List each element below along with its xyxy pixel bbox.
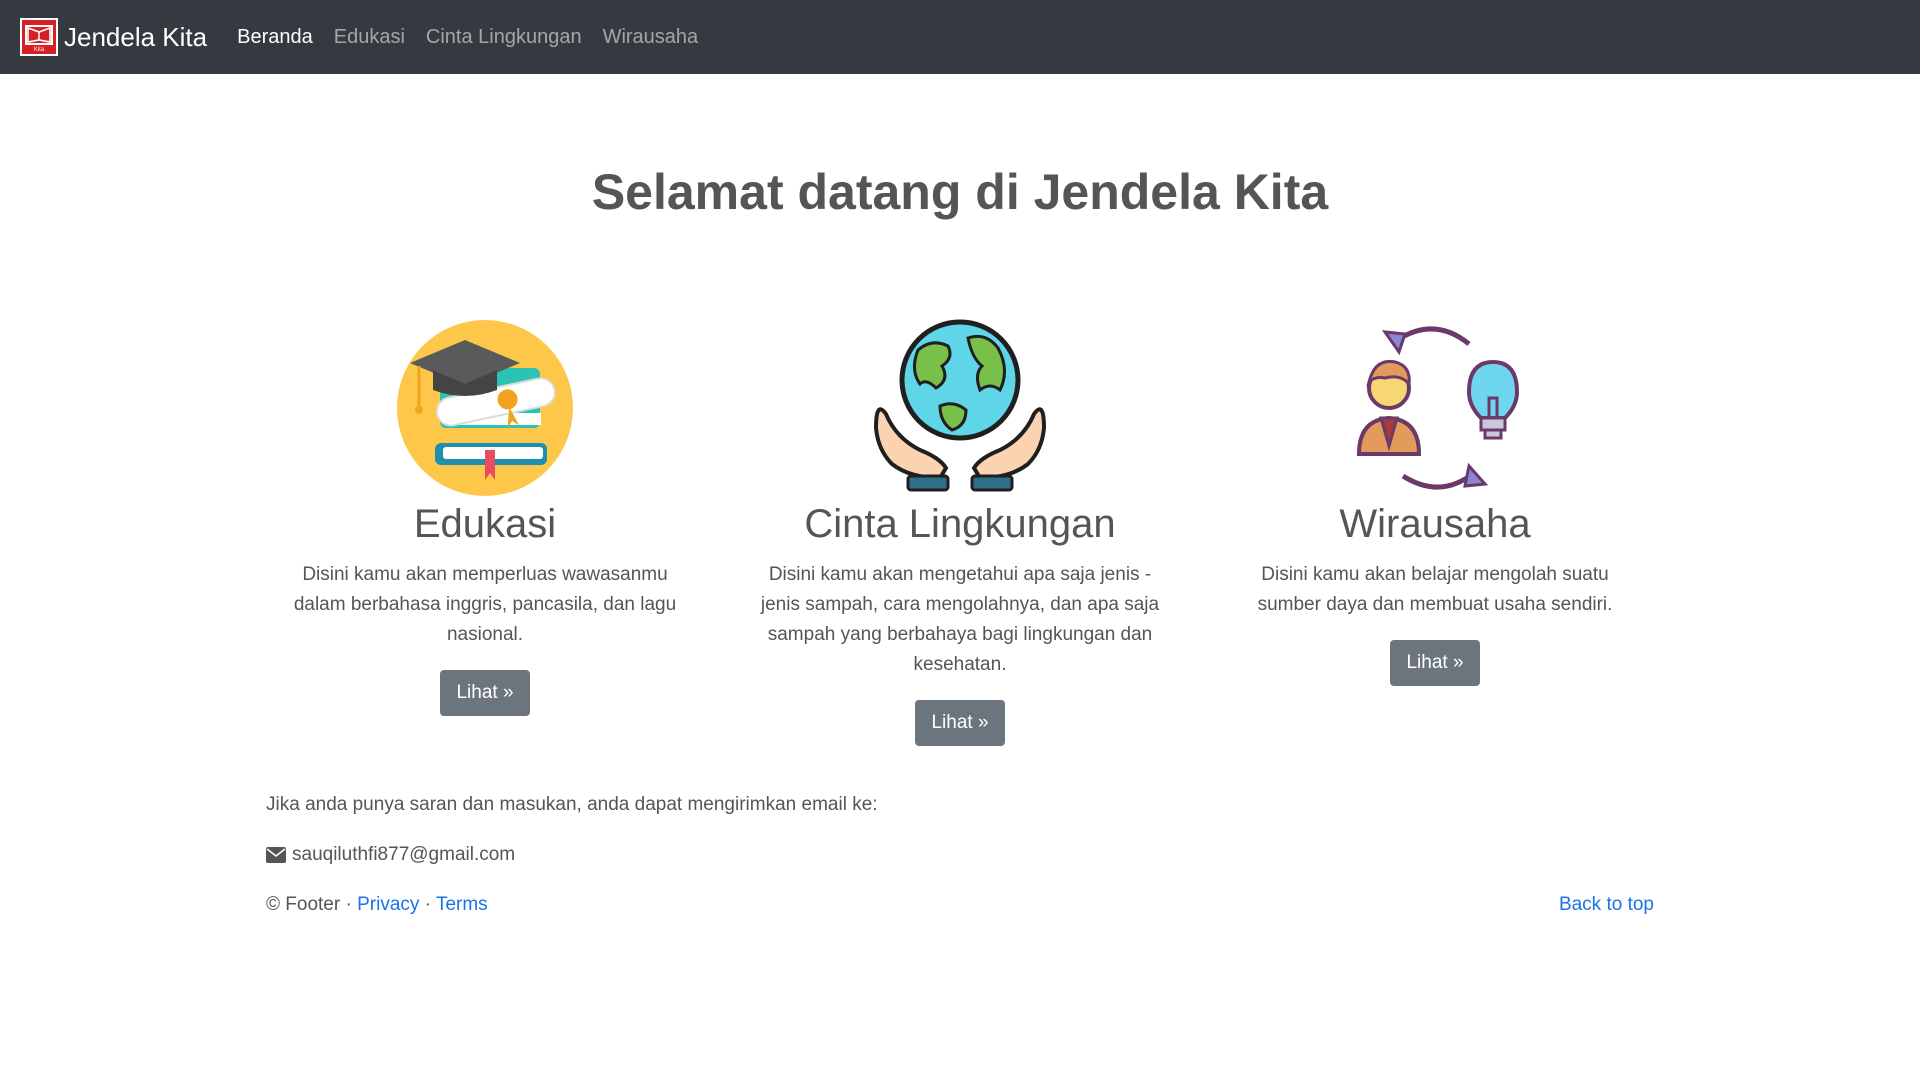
- lihat-cinta-lingkungan-button[interactable]: Lihat »: [915, 700, 1005, 746]
- person-idea-cycle-icon: [1356, 326, 1520, 490]
- feature-description: Disini kamu akan memperluas wawasanmu da…: [293, 564, 677, 645]
- terms-link[interactable]: Terms: [436, 894, 488, 915]
- feature-title: Cinta Lingkungan: [804, 502, 1116, 546]
- nav-link-wirausaha[interactable]: Wirausaha: [603, 26, 699, 49]
- feature-description: Disini kamu akan belajar mengolah suatu …: [1257, 564, 1613, 615]
- navbar: Kita Jendela Kita Beranda Edukasi Cinta …: [0, 0, 1920, 74]
- feature-description: Disini kamu akan mengetahui apa saja jen…: [760, 564, 1160, 675]
- globe-hands-icon: [873, 319, 1047, 492]
- nav-link-beranda[interactable]: Beranda: [237, 26, 313, 49]
- feature-cinta-lingkungan: Cinta Lingkungan Disini kamu akan menget…: [760, 318, 1160, 746]
- feature-title: Edukasi: [413, 502, 557, 546]
- email-address: sauqiluthfi877@gmail.com: [292, 844, 516, 865]
- feature-title: Wirausaha: [1339, 502, 1531, 546]
- footer-email: sauqiluthfi877@gmail.com: [266, 844, 515, 866]
- graduation-books-icon: [397, 320, 573, 496]
- footer-note: Jika anda punya saran dan masukan, anda …: [266, 794, 878, 815]
- logo-text: Kita: [34, 47, 45, 53]
- copyright-text: © Footer: [266, 894, 341, 915]
- nav-links: Beranda Edukasi Cinta Lingkungan Wirausa…: [237, 26, 719, 49]
- lihat-wirausaha-button[interactable]: Lihat »: [1390, 640, 1480, 686]
- envelope-icon: [266, 847, 286, 863]
- footer-copyright: © Footer · Privacy · Terms: [266, 894, 488, 916]
- back-to-top-link[interactable]: Back to top: [1559, 894, 1654, 916]
- lihat-edukasi-button[interactable]: Lihat »: [440, 670, 530, 716]
- nav-link-cinta-lingkungan[interactable]: Cinta Lingkungan: [426, 26, 582, 49]
- separator: ·: [345, 894, 352, 915]
- jendela-kita-logo-icon: Kita: [20, 18, 58, 56]
- separator: ·: [424, 894, 431, 915]
- feature-edukasi: Edukasi Disini kamu akan memperluas wawa…: [285, 318, 685, 716]
- page-title: Selamat datang di Jendela Kita: [591, 164, 1329, 220]
- brand-name: Jendela Kita: [64, 21, 208, 52]
- feature-wirausaha: Wirausaha Disini kamu akan belajar mengo…: [1235, 318, 1635, 686]
- nav-link-edukasi[interactable]: Edukasi: [334, 26, 405, 49]
- brand-link[interactable]: Kita Jendela Kita: [20, 18, 207, 56]
- privacy-link[interactable]: Privacy: [357, 894, 419, 915]
